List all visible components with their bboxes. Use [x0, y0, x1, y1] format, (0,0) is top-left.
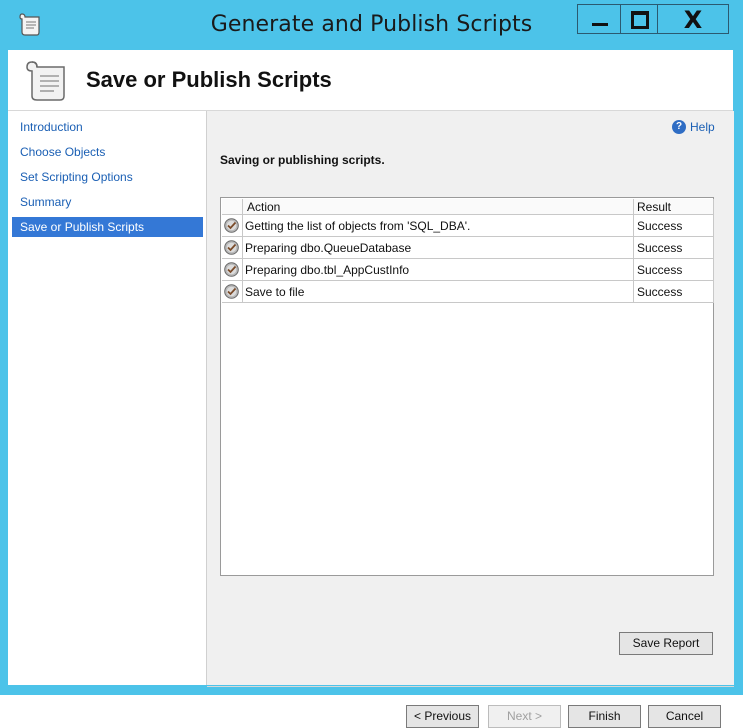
finish-button[interactable]: Finish: [568, 705, 641, 728]
minimize-button[interactable]: [577, 4, 621, 34]
page-header: Save or Publish Scripts: [8, 50, 733, 111]
minimize-icon: [592, 23, 608, 26]
next-button[interactable]: Next >: [488, 705, 561, 728]
row-action: Preparing dbo.QueueDatabase: [243, 237, 634, 259]
nav-item-summary[interactable]: Summary: [12, 192, 203, 212]
table-row[interactable]: Getting the list of objects from 'SQL_DB…: [222, 215, 714, 237]
script-scroll-icon: [26, 61, 65, 101]
previous-button[interactable]: < Previous: [406, 705, 479, 728]
grid-header-row: Action Result: [222, 199, 714, 215]
nav-item-set-scripting-options[interactable]: Set Scripting Options: [12, 167, 203, 187]
dialog-window: Generate and Publish Scripts X Save or P…: [0, 0, 743, 728]
column-header-result[interactable]: Result: [634, 199, 714, 215]
maximize-icon: [631, 11, 649, 29]
nav-item-choose-objects[interactable]: Choose Objects: [12, 142, 203, 162]
column-header-action[interactable]: Action: [243, 199, 634, 215]
help-icon: ?: [672, 120, 686, 134]
help-label: Help: [690, 120, 715, 134]
row-result: Success: [634, 281, 714, 303]
cancel-button[interactable]: Cancel: [648, 705, 721, 728]
table-row[interactable]: Save to file Success: [222, 281, 714, 303]
close-icon: X: [683, 6, 703, 34]
wizard-step-list: Introduction Choose Objects Set Scriptin…: [8, 111, 206, 685]
grid-header-icon-cell: [222, 199, 243, 215]
row-result: Success: [634, 237, 714, 259]
title-bar[interactable]: Generate and Publish Scripts X: [0, 0, 743, 50]
table-row[interactable]: Preparing dbo.tbl_AppCustInfo Success: [222, 259, 714, 281]
success-icon: [224, 262, 239, 277]
nav-item-save-or-publish-scripts[interactable]: Save or Publish Scripts: [12, 217, 203, 237]
nav-item-introduction[interactable]: Introduction: [12, 117, 203, 137]
main-content: ? Help Saving or publishing scripts. Act…: [206, 111, 734, 728]
footer-divider: [207, 686, 734, 687]
row-action: Getting the list of objects from 'SQL_DB…: [243, 215, 634, 237]
save-report-button[interactable]: Save Report: [619, 632, 713, 655]
page-title: Save or Publish Scripts: [86, 67, 332, 92]
dialog-client-area: Save or Publish Scripts Introduction Cho…: [8, 50, 734, 728]
row-action: Preparing dbo.tbl_AppCustInfo: [243, 259, 634, 281]
row-action: Save to file: [243, 281, 634, 303]
section-subtitle: Saving or publishing scripts.: [220, 153, 385, 167]
results-grid[interactable]: Action Result Getting the list of object…: [220, 197, 714, 576]
close-button[interactable]: X: [657, 4, 729, 34]
success-icon: [224, 218, 239, 233]
success-icon: [224, 284, 239, 299]
success-icon: [224, 240, 239, 255]
row-result: Success: [634, 259, 714, 281]
maximize-button[interactable]: [620, 4, 658, 34]
row-result: Success: [634, 215, 714, 237]
table-row[interactable]: Preparing dbo.QueueDatabase Success: [222, 237, 714, 259]
help-link[interactable]: ? Help: [672, 120, 715, 134]
